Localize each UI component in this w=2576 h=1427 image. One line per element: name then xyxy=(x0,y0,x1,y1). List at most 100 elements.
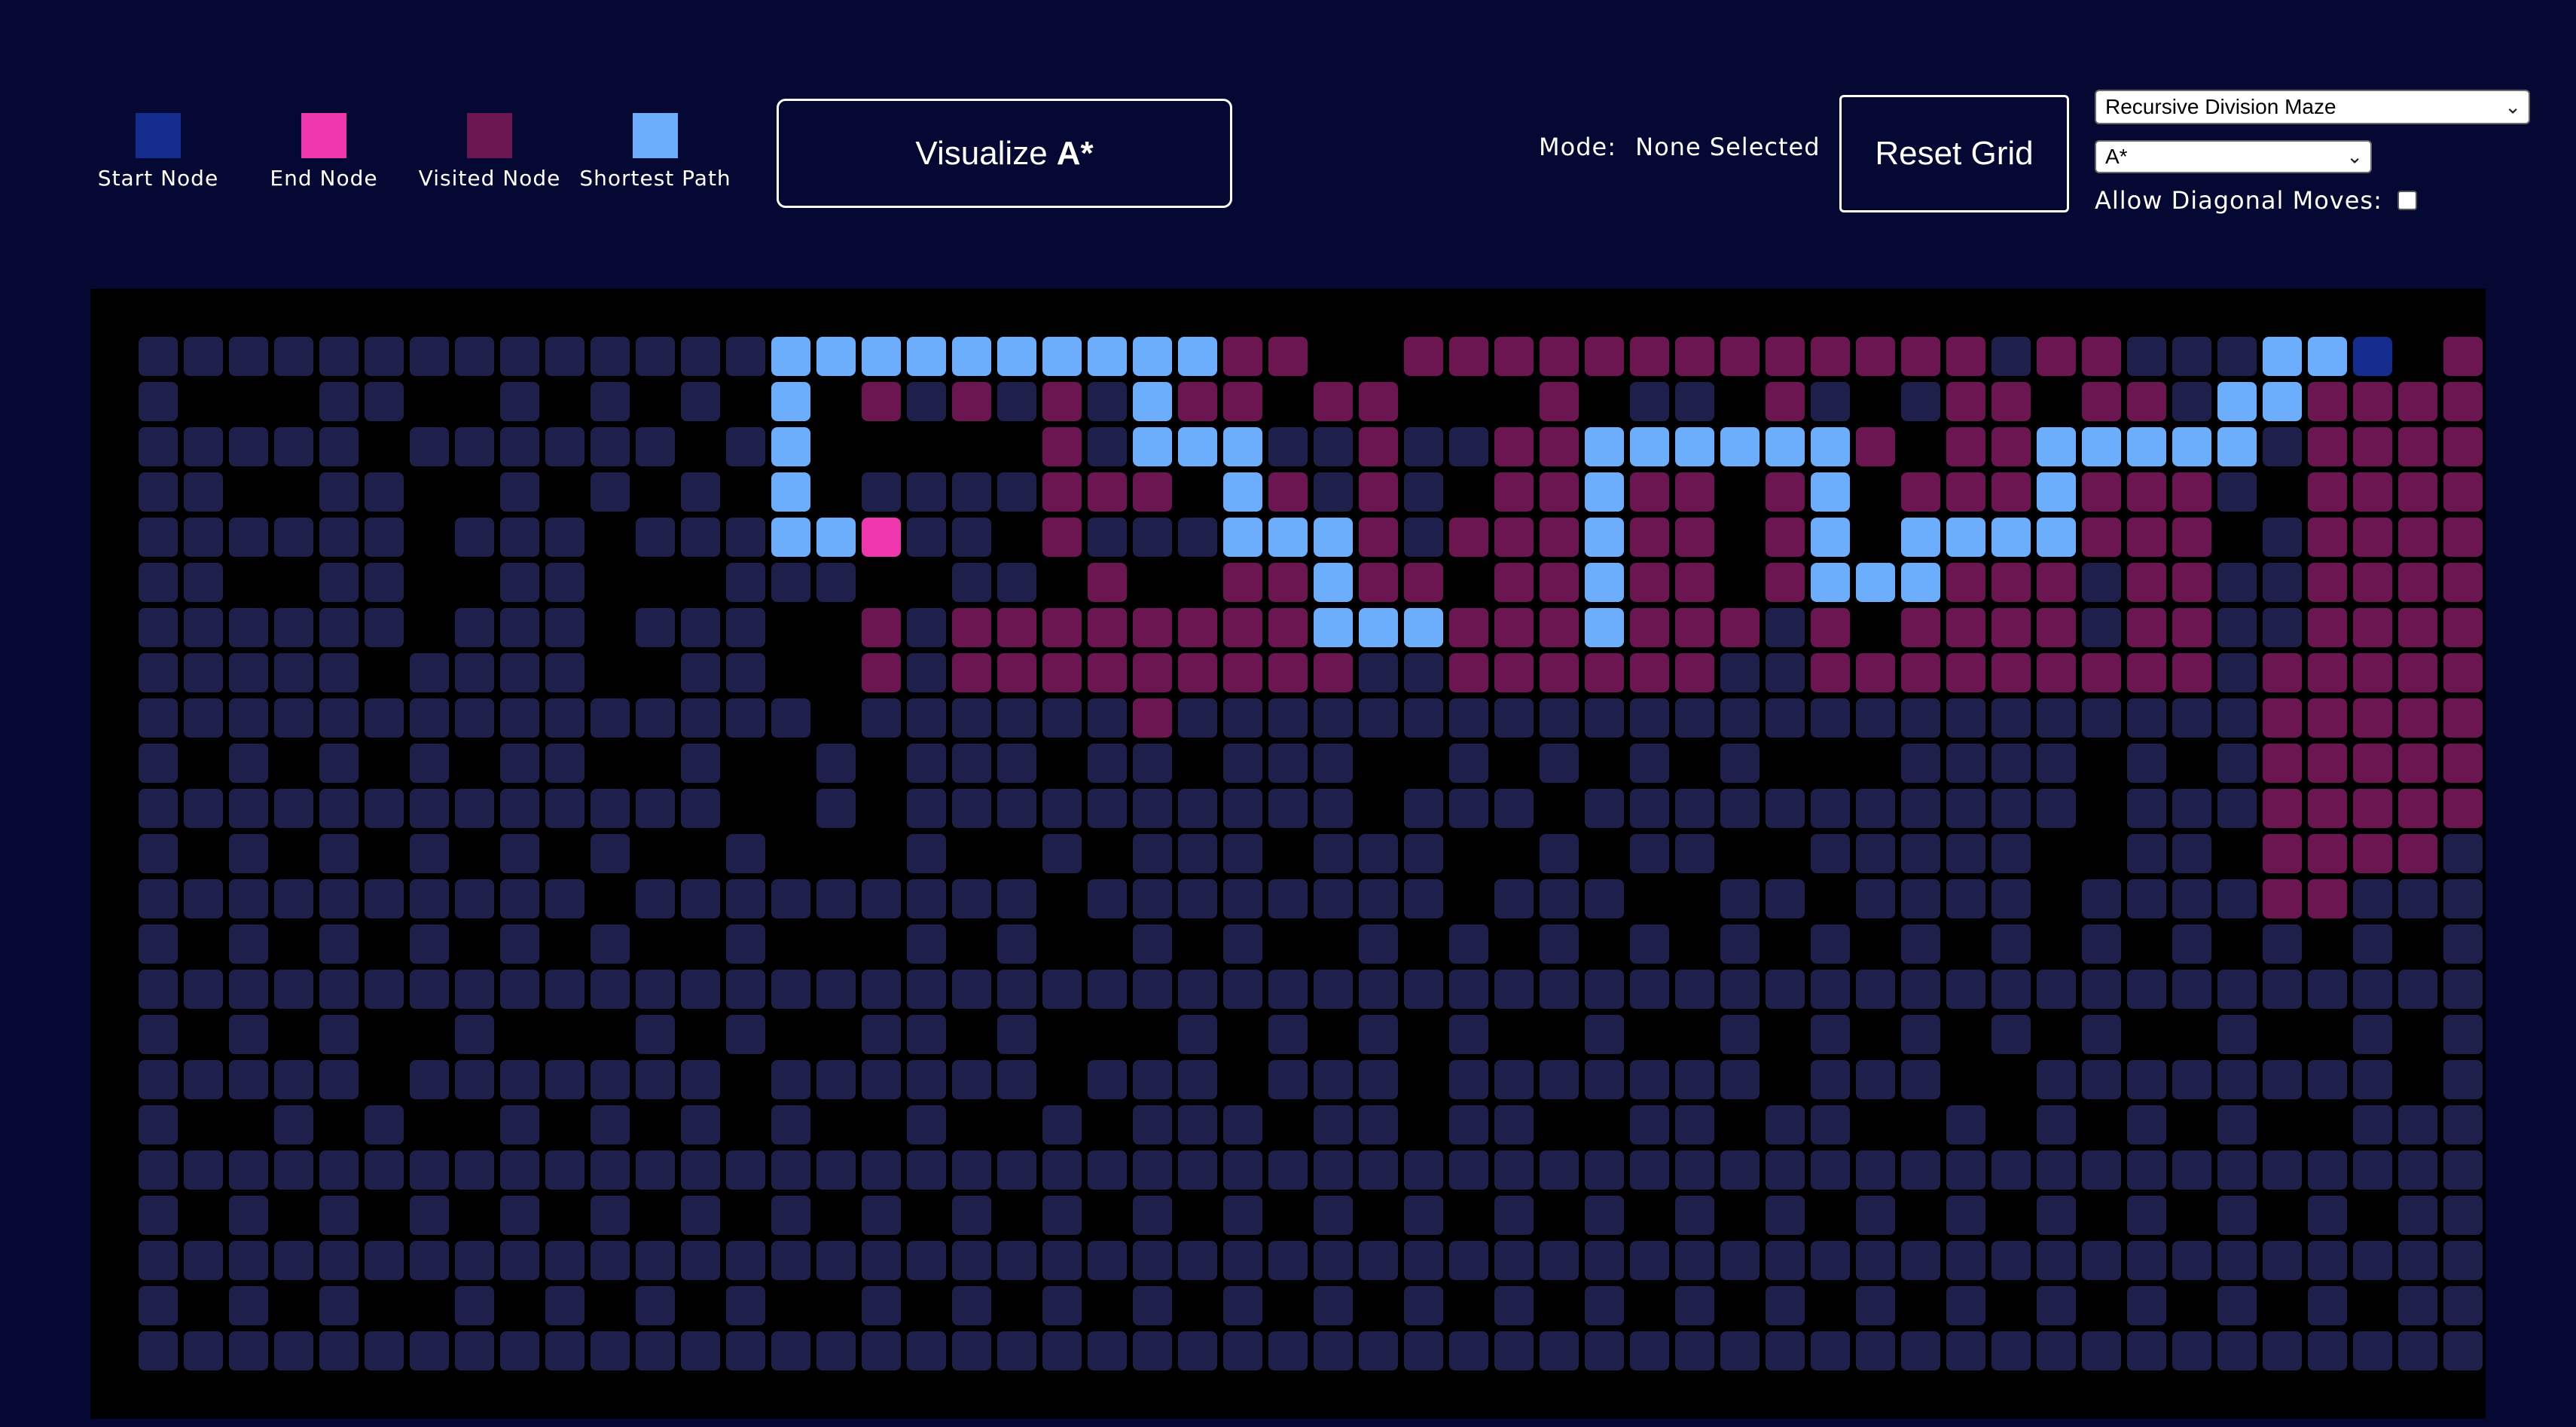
grid-cell-unvisited[interactable] xyxy=(184,427,223,466)
grid-cell-unvisited[interactable] xyxy=(1675,1196,1714,1235)
grid-cell-unvisited[interactable] xyxy=(410,337,449,376)
grid-cell-wall[interactable] xyxy=(545,472,584,512)
grid-cell-unvisited[interactable] xyxy=(2443,1015,2483,1054)
grid-cell-unvisited[interactable] xyxy=(139,563,178,602)
grid-cell-unvisited[interactable] xyxy=(1992,1241,2031,1280)
grid-cell-unvisited[interactable] xyxy=(455,653,494,692)
grid-cell-unvisited[interactable] xyxy=(1946,1105,1985,1144)
grid-cell-unvisited[interactable] xyxy=(365,1150,404,1190)
grid-cell-path[interactable] xyxy=(1042,337,1082,376)
grid-cell-visited[interactable] xyxy=(1675,608,1714,647)
grid-cell-visited[interactable] xyxy=(2353,472,2392,512)
grid-cell-visited[interactable] xyxy=(2353,427,2392,466)
grid-cell-unvisited[interactable] xyxy=(1494,789,1534,828)
grid-cell-path[interactable] xyxy=(1359,608,1398,647)
grid-cell-wall[interactable] xyxy=(726,1060,765,1099)
maze-grid[interactable] xyxy=(90,289,2486,1419)
grid-cell-wall[interactable] xyxy=(93,653,133,692)
grid-cell-visited[interactable] xyxy=(1585,337,1624,376)
grid-cell-unvisited[interactable] xyxy=(1178,834,1217,873)
grid-cell-unvisited[interactable] xyxy=(1540,879,1579,918)
grid-cell-unvisited[interactable] xyxy=(1856,698,1895,738)
grid-cell-unvisited[interactable] xyxy=(500,970,539,1009)
grid-cell-visited[interactable] xyxy=(1720,608,1760,647)
grid-cell-unvisited[interactable] xyxy=(2263,1331,2302,1370)
grid-cell-wall[interactable] xyxy=(816,472,856,512)
grid-cell-wall[interactable] xyxy=(1088,1377,1127,1416)
grid-cell-wall[interactable] xyxy=(1449,472,1488,512)
grid-cell-unvisited[interactable] xyxy=(1766,653,1805,692)
grid-cell-wall[interactable] xyxy=(2308,1015,2347,1054)
grid-cell-unvisited[interactable] xyxy=(1585,1196,1624,1235)
grid-cell-unvisited[interactable] xyxy=(591,970,630,1009)
grid-cell-unvisited[interactable] xyxy=(319,744,359,783)
grid-cell-visited[interactable] xyxy=(1133,698,1172,738)
grid-cell-wall[interactable] xyxy=(816,924,856,964)
grid-cell-visited[interactable] xyxy=(1675,563,1714,602)
grid-cell-visited[interactable] xyxy=(2443,744,2483,783)
grid-cell-unvisited[interactable] xyxy=(1223,1241,1262,1280)
grid-cell-unvisited[interactable] xyxy=(1540,1241,1579,1280)
grid-cell-visited[interactable] xyxy=(2398,789,2437,828)
grid-cell-unvisited[interactable] xyxy=(500,563,539,602)
grid-cell-unvisited[interactable] xyxy=(952,789,991,828)
grid-cell-path[interactable] xyxy=(952,337,991,376)
grid-cell-visited[interactable] xyxy=(1901,337,1940,376)
grid-cell-wall[interactable] xyxy=(274,1015,313,1054)
grid-cell-wall[interactable] xyxy=(2353,292,2392,331)
grid-cell-unvisited[interactable] xyxy=(1856,1060,1895,1099)
grid-cell-visited[interactable] xyxy=(2353,518,2392,557)
grid-cell-unvisited[interactable] xyxy=(1992,1331,2031,1370)
grid-cell-unvisited[interactable] xyxy=(816,563,856,602)
grid-cell-unvisited[interactable] xyxy=(1133,879,1172,918)
grid-cell-unvisited[interactable] xyxy=(1901,970,1940,1009)
grid-cell-unvisited[interactable] xyxy=(771,970,810,1009)
grid-cell-unvisited[interactable] xyxy=(1630,1331,1669,1370)
grid-cell-unvisited[interactable] xyxy=(319,1196,359,1235)
grid-cell-wall[interactable] xyxy=(2263,1196,2302,1235)
grid-cell-unvisited[interactable] xyxy=(1540,698,1579,738)
grid-cell-unvisited[interactable] xyxy=(1585,1286,1624,1325)
grid-cell-visited[interactable] xyxy=(1946,427,1985,466)
grid-cell-wall[interactable] xyxy=(1088,834,1127,873)
grid-cell-visited[interactable] xyxy=(2127,472,2166,512)
grid-cell-unvisited[interactable] xyxy=(816,744,856,783)
grid-cell-unvisited[interactable] xyxy=(1766,1105,1805,1144)
grid-cell-wall[interactable] xyxy=(636,744,675,783)
grid-cell-unvisited[interactable] xyxy=(229,653,268,692)
grid-cell-unvisited[interactable] xyxy=(229,427,268,466)
grid-cell-wall[interactable] xyxy=(1178,563,1217,602)
grid-cell-unvisited[interactable] xyxy=(2443,1105,2483,1144)
grid-cell-unvisited[interactable] xyxy=(500,1150,539,1190)
grid-cell-wall[interactable] xyxy=(862,1105,901,1144)
grid-cell-path[interactable] xyxy=(1811,563,1850,602)
grid-cell-visited[interactable] xyxy=(2398,744,2437,783)
maze-grid-canvas[interactable] xyxy=(90,289,2486,1419)
grid-cell-unvisited[interactable] xyxy=(997,879,1036,918)
grid-cell-unvisited[interactable] xyxy=(1811,1331,1850,1370)
grid-cell-unvisited[interactable] xyxy=(907,1331,946,1370)
grid-cell-wall[interactable] xyxy=(2037,1015,2076,1054)
grid-cell-unvisited[interactable] xyxy=(862,1286,901,1325)
grid-cell-unvisited[interactable] xyxy=(771,1241,810,1280)
grid-cell-visited[interactable] xyxy=(862,382,901,421)
grid-cell-visited[interactable] xyxy=(1088,608,1127,647)
grid-cell-wall[interactable] xyxy=(997,518,1036,557)
grid-cell-unvisited[interactable] xyxy=(591,1060,630,1099)
grid-cell-wall[interactable] xyxy=(1856,292,1895,331)
grid-cell-unvisited[interactable] xyxy=(2217,653,2257,692)
grid-cell-unvisited[interactable] xyxy=(365,382,404,421)
grid-cell-visited[interactable] xyxy=(1992,427,2031,466)
grid-cell-unvisited[interactable] xyxy=(410,1150,449,1190)
grid-cell-wall[interactable] xyxy=(2353,1377,2392,1416)
grid-cell-visited[interactable] xyxy=(2263,789,2302,828)
grid-cell-unvisited[interactable] xyxy=(1946,879,1985,918)
grid-cell-wall[interactable] xyxy=(862,744,901,783)
grid-cell-wall[interactable] xyxy=(1675,744,1714,783)
grid-cell-visited[interactable] xyxy=(2443,698,2483,738)
grid-cell-unvisited[interactable] xyxy=(2398,1241,2437,1280)
grid-cell-unvisited[interactable] xyxy=(2037,1060,2076,1099)
grid-cell-unvisited[interactable] xyxy=(1946,789,1985,828)
grid-cell-unvisited[interactable] xyxy=(1494,1105,1534,1144)
grid-cell-visited[interactable] xyxy=(1088,563,1127,602)
